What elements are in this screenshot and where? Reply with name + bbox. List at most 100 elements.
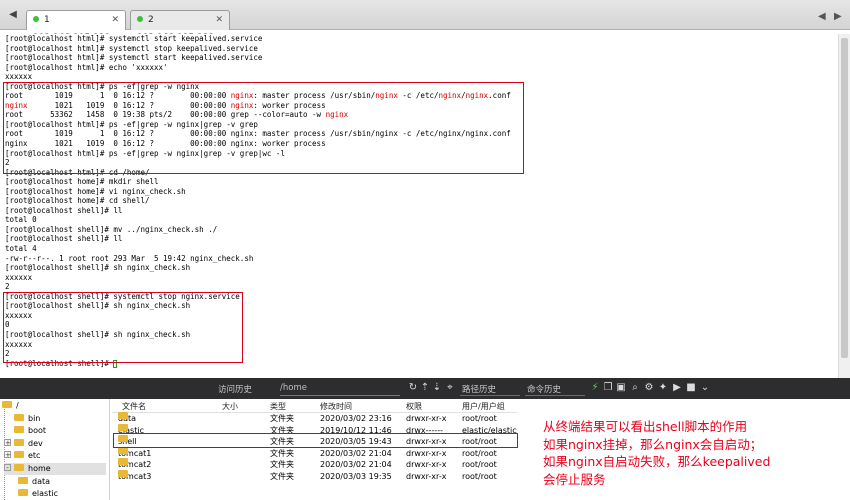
chevron-down-icon[interactable]: ⌄ <box>700 382 710 394</box>
folder-icon <box>118 458 128 466</box>
file-type: 文件夹 <box>270 425 294 435</box>
tab-session-2[interactable]: 2 192.168.195.132 ✕ <box>130 10 230 43</box>
settings-icon[interactable]: ⚙ <box>644 382 654 394</box>
search-icon[interactable]: ⌕ <box>630 382 640 394</box>
column-type[interactable]: 类型 <box>270 401 286 412</box>
file-row-data[interactable]: data 文件夹 2020/03/02 23:16 drwxr-xr-x root/ro… <box>112 412 517 425</box>
grep-match-text: nginx <box>230 91 254 101</box>
copy-icon[interactable]: ❐ <box>603 382 613 394</box>
terminal-text: [root@localhost shell]# mv ../nginx_chec… <box>5 224 218 234</box>
tree-item-label: data <box>32 476 51 486</box>
expand-icon[interactable]: + <box>4 451 11 459</box>
terminal-line: root 1019 1 0 16:12 ? 00:00:00 nginx: ma… <box>5 129 850 139</box>
file-name: data <box>118 412 136 425</box>
visit-history-label[interactable]: 访问历史 <box>218 383 252 395</box>
terminal-text: : worker process <box>253 100 326 110</box>
terminal-line: -rw-r--r--. 1 root root 293 Mar 5 19:42 … <box>5 254 850 264</box>
terminal-text: [root@localhost html]# ps -ef|grep -w ng… <box>5 81 200 91</box>
folder-icon <box>118 423 128 431</box>
terminal-line: total 0 <box>5 215 850 225</box>
column-size[interactable]: 大小 <box>222 401 238 412</box>
tree-item-label: elastic <box>32 489 58 499</box>
file-row-tomcat3[interactable]: tomcat3 文件夹 2020/03/03 19:35 drwxr-xr-x root… <box>112 470 517 483</box>
tree-item-label: dev <box>28 438 43 448</box>
tab-prev-icon[interactable]: ◀ <box>818 11 826 22</box>
tree-item-label: boot <box>28 426 47 436</box>
tools-icon[interactable]: ✦ <box>658 382 668 394</box>
folder-icon <box>18 476 28 484</box>
tree-item-root[interactable]: / <box>2 400 106 412</box>
terminal-text: root 1019 1 0 16:12 ? 00:00:00 nginx: ma… <box>5 129 511 139</box>
file-type: 文件夹 <box>270 437 294 447</box>
terminal-line: [root@localhost shell]# sh nginx_check.s… <box>5 263 850 273</box>
terminal-line: [root@localhost shell]# mv ../nginx_chec… <box>5 225 850 235</box>
file-modified: 2020/03/05 19:43 <box>320 437 392 447</box>
file-row-shell[interactable]: shell 文件夹 2020/03/05 19:43 drwxr-xr-x root/r… <box>112 435 517 448</box>
folder-icon <box>14 464 24 471</box>
folder-icon <box>118 446 128 454</box>
terminal-text: [root@localhost shell]# ll <box>5 205 123 215</box>
terminal-line: [root@localhost home]# vi nginx_check.sh <box>5 187 850 197</box>
column-name[interactable]: 文件名 <box>122 401 146 412</box>
scrollbar-thumb[interactable] <box>841 38 848 358</box>
stop-icon[interactable]: ■ <box>686 382 696 394</box>
terminal-text: [root@localhost html]# systemctl start k… <box>5 34 263 43</box>
tree-item-boot[interactable]: boot <box>4 425 106 437</box>
file-owner: elastic/elastic <box>462 425 517 435</box>
terminal-output[interactable]: [root@localhost html]# systemctl start k… <box>0 34 850 378</box>
tree-item-etc[interactable]: + etc <box>4 450 106 462</box>
tab-session-1[interactable]: 1 192.168.195.129 ✕ <box>26 10 126 43</box>
terminal-line: [root@localhost html]# systemctl stop ke… <box>5 44 850 54</box>
terminal-text: [root@localhost html]# ps -ef|grep -w ng… <box>5 119 258 129</box>
path-history-label[interactable]: 路径历史 <box>462 383 496 395</box>
file-row-elastic[interactable]: elastic 文件夹 2019/10/12 11:46 drwx------ elas… <box>112 423 517 437</box>
file-modified: 2020/03/02 21:04 <box>320 460 392 470</box>
tree-item-elastic[interactable]: elastic <box>18 488 106 500</box>
tree-item-bin[interactable]: bin <box>4 413 106 425</box>
file-name: shell <box>118 435 137 448</box>
terminal-line: [root@localhost html]# ps -ef|grep -w ng… <box>5 149 850 159</box>
folder-icon <box>118 470 128 477</box>
tab-next-icon[interactable]: ▶ <box>834 11 842 22</box>
terminal-line: total 4 <box>5 244 850 254</box>
grep-match-text: nginx <box>375 91 398 101</box>
terminal-line: xxxxxx <box>5 311 850 321</box>
lightning-icon[interactable]: ⚡ <box>590 382 600 394</box>
tree-item-home[interactable]: - home <box>4 463 106 475</box>
tab-scroll-left-icon[interactable]: ◀ <box>4 8 22 22</box>
tree-item-label: / <box>16 401 19 410</box>
terminal-scrollbar[interactable] <box>838 34 850 378</box>
remote-directory-tree[interactable]: / bin boot + dev + etc - home data elastic <box>0 399 110 500</box>
upload-icon[interactable]: ⇡ <box>420 382 430 394</box>
play-icon[interactable]: ▶ <box>672 382 682 394</box>
collapse-icon[interactable]: - <box>4 464 11 472</box>
terminal-line: [root@localhost html]# systemctl start k… <box>5 34 850 44</box>
terminal-text: [root@localhost shell]# systemctl stop n… <box>5 291 240 301</box>
expand-icon[interactable]: + <box>4 438 11 446</box>
terminal-text: [root@localhost shell]# sh nginx_check.s… <box>5 301 191 311</box>
terminal-line: xxxxxx <box>5 72 850 82</box>
terminal-line: [root@localhost shell]# <box>5 359 850 369</box>
column-modified[interactable]: 修改时间 <box>320 401 352 412</box>
grep-match-text: nginx <box>325 110 349 120</box>
terminal-text: xxxxxx <box>5 310 33 320</box>
file-row-tomcat2[interactable]: tomcat2 文件夹 2020/03/02 21:04 drwxr-xr-x root… <box>112 458 517 471</box>
download-icon[interactable]: ⇣ <box>432 382 442 394</box>
remote-file-list[interactable]: 文件名 大小 类型 修改时间 权限 用户/用户组 data 文件夹 2020/03/… <box>112 399 517 500</box>
file-owner: root/root <box>462 448 497 458</box>
file-row-tomcat1[interactable]: tomcat1 文件夹 2020/03/02 21:04 drwxr-xr-x root… <box>112 446 517 460</box>
folder-icon <box>14 426 24 434</box>
refresh-icon[interactable]: ↻ <box>408 382 418 394</box>
tree-item-data[interactable]: data <box>18 476 106 488</box>
column-permissions[interactable]: 权限 <box>406 401 422 412</box>
close-tab-icon[interactable]: ✕ <box>215 11 223 29</box>
path-history-underline <box>460 395 520 396</box>
command-history-label[interactable]: 命令历史 <box>527 383 561 395</box>
new-window-icon[interactable]: ▣ <box>616 382 626 394</box>
bookmark-icon[interactable]: ⌖ <box>445 382 455 394</box>
terminal-line: [root@localhost home]# cd shell/ <box>5 196 850 206</box>
tree-item-dev[interactable]: + dev <box>4 438 106 450</box>
column-owner[interactable]: 用户/用户组 <box>462 401 505 412</box>
remote-path-input[interactable]: /home <box>280 382 400 396</box>
close-tab-icon[interactable]: ✕ <box>111 11 119 29</box>
